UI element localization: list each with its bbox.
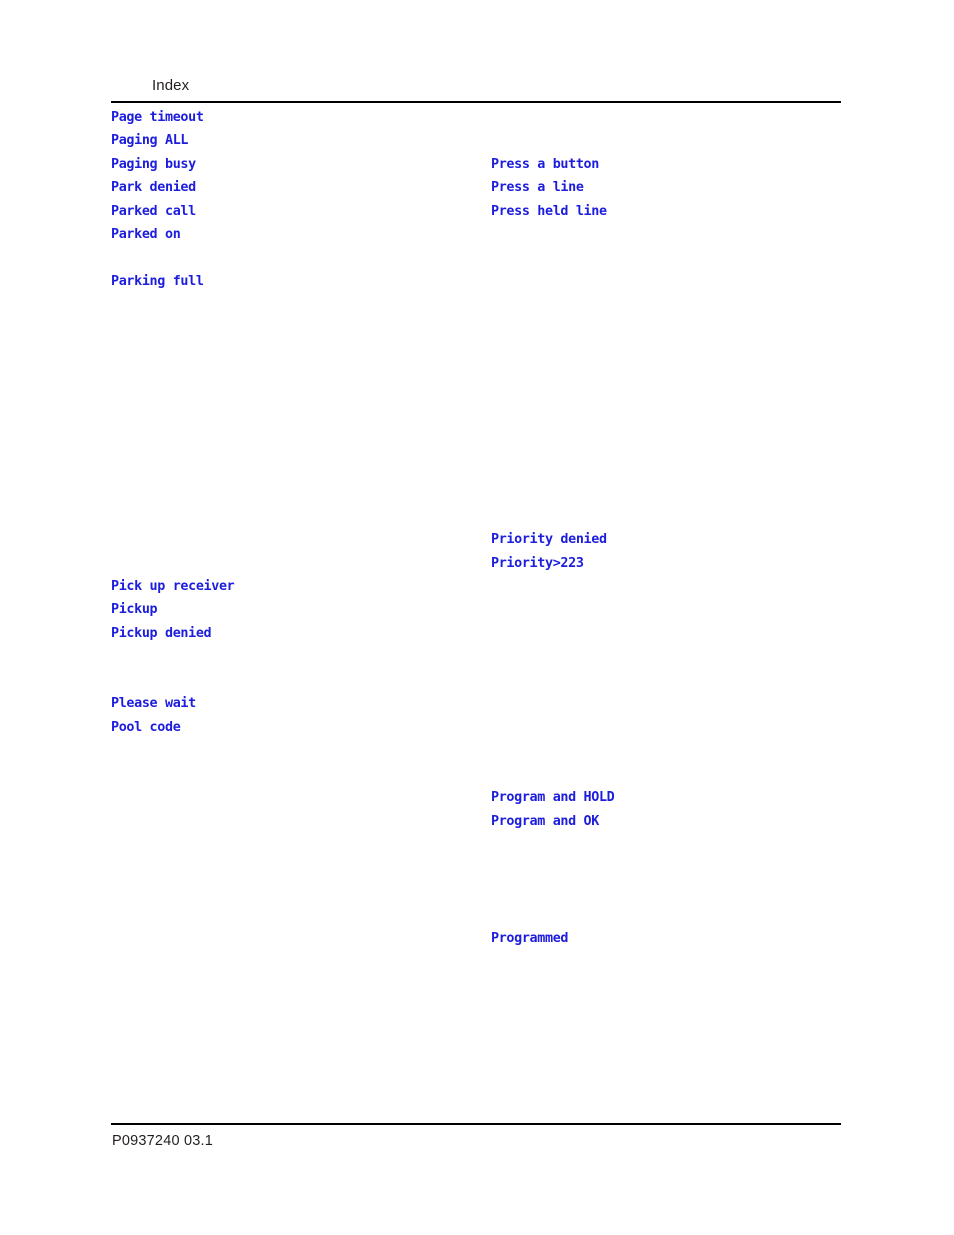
index-entry[interactable]: Press held line <box>491 204 607 220</box>
index-page: Index Page timeout Paging ALL Paging busy P… <box>0 0 954 1235</box>
index-entry[interactable]: Parked call <box>111 204 196 220</box>
index-entry[interactable]: Press a line <box>491 180 584 196</box>
index-entry[interactable]: Parked on <box>111 227 181 243</box>
index-entry[interactable]: Please wait <box>111 696 196 712</box>
index-entry[interactable]: Program and HOLD <box>491 790 615 806</box>
index-entry[interactable]: Press a button <box>491 157 599 173</box>
index-entry[interactable]: Paging busy <box>111 157 196 173</box>
footer-rule <box>111 1123 841 1125</box>
index-entry[interactable]: Park denied <box>111 180 196 196</box>
index-entry[interactable]: Pick up receiver <box>111 579 235 595</box>
index-entry[interactable]: Priority>223 <box>491 556 584 572</box>
index-entry[interactable]: Programmed <box>491 931 568 947</box>
index-entry[interactable]: Pickup <box>111 602 158 618</box>
index-entry[interactable]: Parking full <box>111 274 204 290</box>
index-entry[interactable]: Paging ALL <box>111 133 188 149</box>
index-entry[interactable]: Program and OK <box>491 814 599 830</box>
index-body: Page timeout Paging ALL Paging busy Park de… <box>0 0 954 1235</box>
index-entry[interactable]: Pool code <box>111 720 181 736</box>
index-entry[interactable]: Pickup denied <box>111 626 212 642</box>
footer-document-id: P0937240 03.1 <box>112 1133 213 1149</box>
index-entry[interactable]: Page timeout <box>111 110 204 126</box>
index-entry[interactable]: Priority denied <box>491 532 607 548</box>
